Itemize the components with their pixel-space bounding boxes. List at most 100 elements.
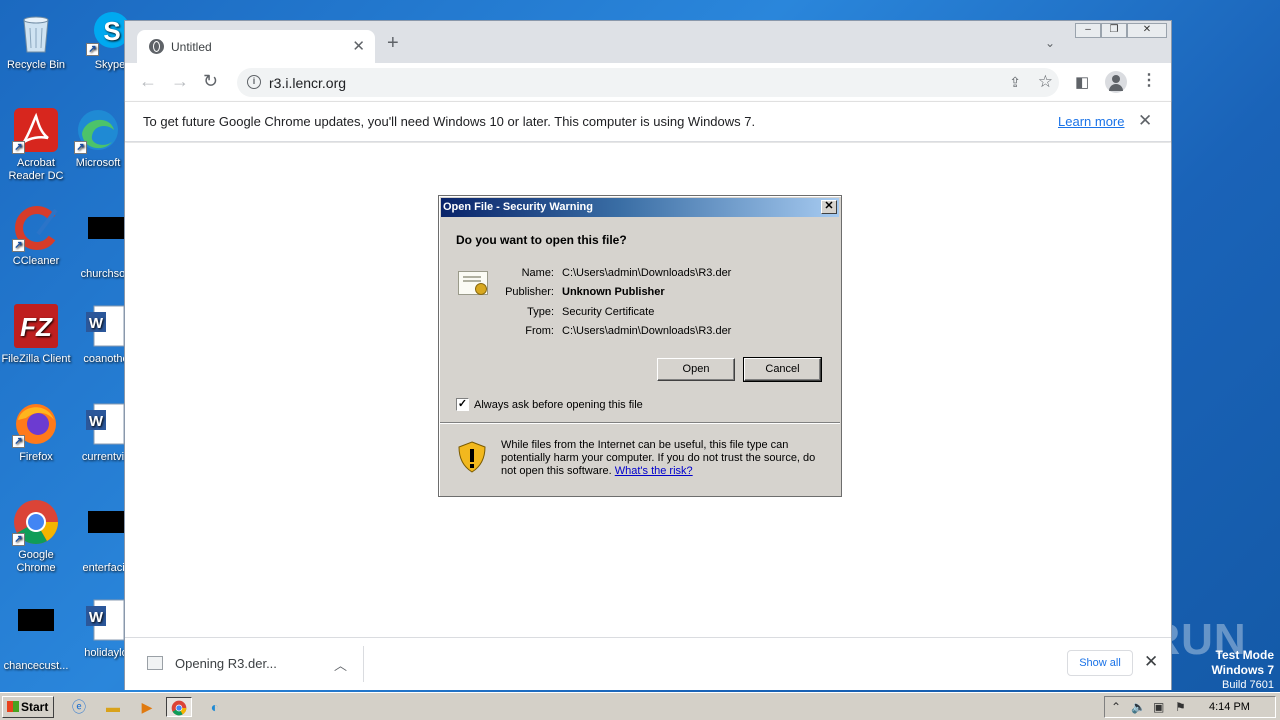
system-tray: ⌃ 🔈 ▣ ⚑ 4:14 PM	[1104, 696, 1276, 718]
desktop-icon-label: coanothe	[83, 353, 129, 365]
warning-shield-icon	[458, 441, 486, 473]
cancel-button[interactable]: Cancel	[743, 357, 822, 382]
reload-icon[interactable]: ↻	[203, 71, 218, 91]
kebab-menu-icon[interactable]: ⋮	[1141, 70, 1157, 90]
always-ask-label[interactable]: Always ask before opening this file	[474, 399, 643, 411]
firefox-icon: ↗	[12, 400, 60, 448]
desktop-icon-recycle-bin[interactable]: Recycle Bin	[0, 8, 74, 72]
dialog-close-button[interactable]: ✕	[821, 200, 837, 214]
recycle-bin-icon	[12, 8, 60, 56]
field-label: Type:	[527, 306, 554, 318]
media-player-icon[interactable]: ▶	[136, 697, 158, 717]
word-doc-icon: W	[82, 302, 130, 350]
field-value: C:\Users\admin\Downloads\R3.der	[562, 267, 732, 279]
desktop-icon-label: Recycle Bin	[6, 59, 66, 71]
svg-text:S: S	[103, 16, 120, 46]
open-button[interactable]: Open	[657, 358, 735, 381]
desktop-icon-filezilla[interactable]: FZ FileZilla Client	[0, 302, 74, 366]
folder-icon[interactable]: ▬	[102, 697, 124, 717]
black-thumbnail-icon	[82, 511, 130, 559]
desktop-icon-chancecust[interactable]: chancecust...	[0, 596, 74, 673]
show-hidden-icons-icon[interactable]: ⌃	[1111, 700, 1121, 714]
speaker-icon[interactable]: 🔈	[1131, 700, 1146, 714]
test-mode-notice: Test Mode Windows 7 Build 7601	[1211, 648, 1274, 692]
acrobat-icon: ↗	[12, 106, 60, 154]
divider	[440, 422, 840, 424]
show-all-button[interactable]: Show all	[1067, 650, 1133, 676]
window-close-button[interactable]: ✕	[1127, 23, 1167, 38]
desktop-icon-label: currentvie	[81, 451, 131, 463]
infobar-close-icon[interactable]: ✕	[1138, 111, 1152, 131]
field-value: Security Certificate	[562, 306, 655, 318]
test-mode-line: Test Mode	[1215, 648, 1274, 662]
word-doc-icon: W	[82, 596, 130, 644]
dialog-titlebar[interactable]: Open File - Security Warning ✕	[441, 198, 839, 217]
security-warning-dialog: Open File - Security Warning ✕ Do you wa…	[438, 195, 842, 497]
chrome-icon: ↗	[12, 498, 60, 546]
start-button[interactable]: Start	[2, 696, 54, 718]
download-filename[interactable]: Opening R3.der...	[175, 656, 277, 671]
word-doc-icon: W	[82, 400, 130, 448]
bookmark-star-icon[interactable]: ☆	[1038, 72, 1053, 92]
tab-title: Untitled	[171, 40, 212, 54]
windows-logo-icon	[7, 701, 19, 712]
ccleaner-icon: ↗	[12, 204, 60, 252]
profile-avatar-icon[interactable]	[1105, 71, 1127, 93]
black-thumbnail-icon	[12, 609, 60, 657]
desktop-icon-label: Google Chrome	[16, 549, 56, 574]
address-bar[interactable]: i r3.i.lencr.org ⇪ ☆	[237, 68, 1059, 97]
desktop-icon-label: Microsoft	[75, 157, 121, 169]
shortcut-arrow-icon: ↗	[12, 533, 25, 546]
globe-icon	[149, 39, 164, 54]
action-center-flag-icon[interactable]: ⚑	[1175, 700, 1186, 714]
desktop-icon-label: Acrobat Reader DC	[8, 157, 64, 182]
infobar-message: To get future Google Chrome updates, you…	[143, 114, 756, 129]
whats-the-risk-link[interactable]: What's the risk?	[615, 465, 693, 477]
dialog-title: Open File - Security Warning	[443, 201, 593, 213]
address-bar-url[interactable]: r3.i.lencr.org	[269, 75, 346, 91]
desktop-icon-label: CCleaner	[12, 255, 60, 267]
tab-close-icon[interactable]: ✕	[352, 37, 365, 55]
svg-text:W: W	[89, 609, 104, 626]
browser-toolbar: ← → ↻ i r3.i.lencr.org ⇪ ☆ ◧ ⋮	[125, 63, 1171, 101]
desktop-icon-chrome[interactable]: ↗ Google Chrome	[0, 498, 74, 575]
certificate-file-icon	[147, 656, 163, 670]
shortcut-arrow-icon: ↗	[12, 435, 25, 448]
desktop-icon-ccleaner[interactable]: ↗ CCleaner	[0, 204, 74, 268]
chevron-up-icon[interactable]: ︿	[334, 655, 347, 674]
warning-text: While files from the Internet can be use…	[501, 439, 831, 478]
desktop-icon-label: holidaylo	[84, 647, 128, 659]
share-icon[interactable]: ⇪	[1009, 74, 1021, 91]
internet-explorer-icon[interactable]: ⓔ	[68, 697, 90, 717]
site-info-icon[interactable]: i	[247, 75, 261, 89]
edge-icon: ↗	[74, 106, 122, 154]
edge-taskbar-icon[interactable]: ◐	[204, 697, 226, 717]
back-arrow-icon[interactable]: ←	[139, 71, 157, 91]
build-number-line: Build 7601	[1222, 679, 1274, 691]
update-infobar: To get future Google Chrome updates, you…	[125, 101, 1171, 142]
learn-more-link[interactable]: Learn more	[1058, 114, 1124, 129]
shortcut-arrow-icon: ↗	[86, 43, 99, 56]
minimize-button[interactable]: –	[1075, 23, 1101, 38]
download-shelf-close-icon[interactable]: ✕	[1144, 652, 1158, 672]
always-ask-checkbox[interactable]: ✓	[456, 398, 469, 411]
tab-untitled[interactable]: Untitled ✕	[137, 30, 375, 63]
start-label: Start	[21, 700, 49, 714]
desktop-icon-label: enterfacili	[82, 562, 130, 574]
dialog-question: Do you want to open this file?	[456, 233, 627, 247]
side-panel-icon[interactable]: ◧	[1075, 73, 1089, 91]
restore-button[interactable]: ❐	[1101, 23, 1127, 38]
field-label: Name:	[521, 267, 554, 279]
clock[interactable]: 4:14 PM	[1209, 701, 1250, 713]
network-icon[interactable]: ▣	[1153, 700, 1164, 714]
chrome-taskbar-icon[interactable]	[166, 697, 192, 717]
chevron-down-icon[interactable]: ⌄	[1045, 36, 1055, 50]
black-thumbnail-icon	[82, 217, 130, 265]
forward-arrow-icon[interactable]: →	[171, 71, 189, 91]
new-tab-button[interactable]: +	[387, 33, 399, 53]
field-label: From:	[525, 325, 554, 337]
shortcut-arrow-icon: ↗	[74, 141, 87, 154]
tab-strip: Untitled ✕ + ⌄ – ❐ ✕	[125, 21, 1171, 63]
desktop-icon-label: FileZilla Client	[1, 353, 71, 365]
desktop-icon-firefox[interactable]: ↗ Firefox	[0, 400, 74, 464]
